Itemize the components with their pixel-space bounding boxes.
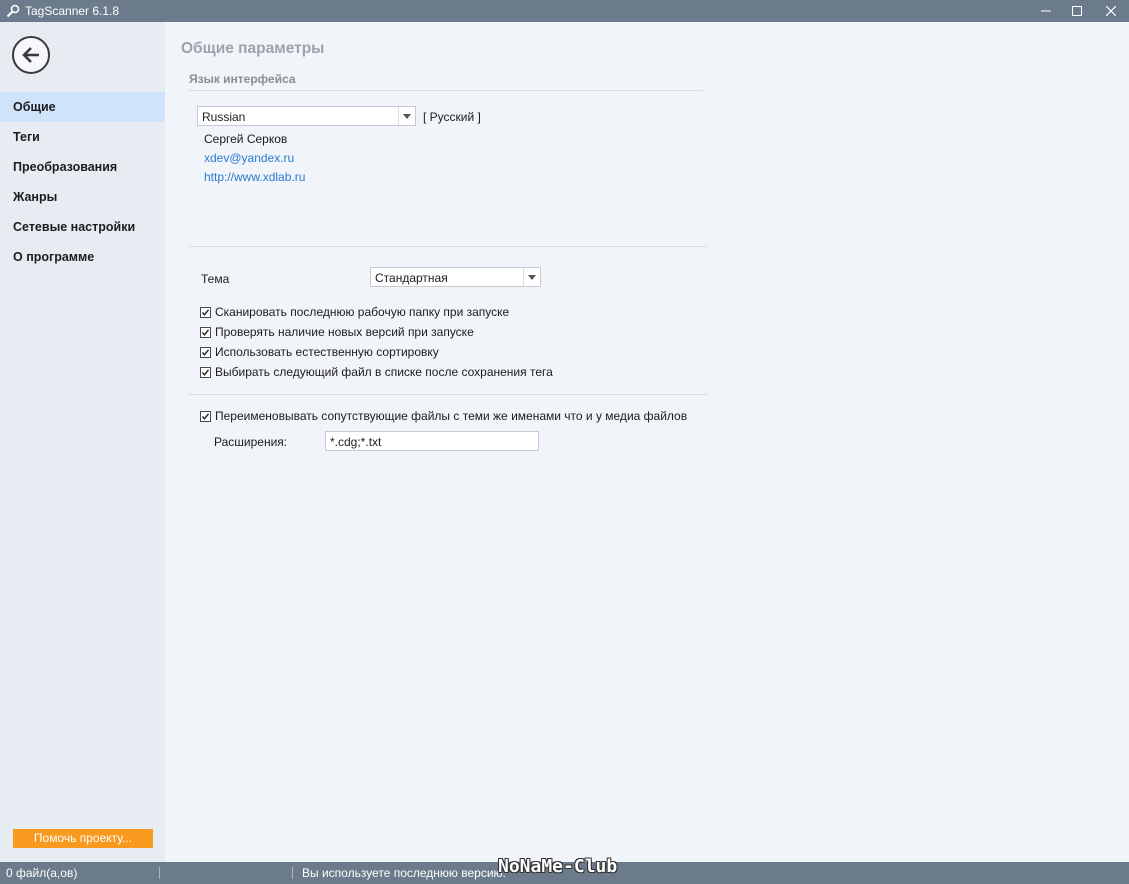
language-value: Russian	[202, 110, 246, 124]
natural-sort-checkbox[interactable]: Использовать естественную сортировку	[200, 344, 439, 360]
window-title: TagScanner 6.1.8	[25, 4, 120, 18]
language-section-title: Язык интерфейса	[189, 72, 296, 86]
author-email-link[interactable]: xdev@yandex.ru	[204, 151, 294, 165]
sidebar-item-about[interactable]: О программе	[0, 242, 165, 272]
checkmark-icon	[200, 326, 211, 338]
title-bar: TagScanner 6.1.8	[0, 0, 1129, 22]
sidebar-nav: Общие Теги Преобразования Жанры Сетевые …	[0, 92, 165, 272]
sidebar-item-genres[interactable]: Жанры	[0, 182, 165, 212]
file-count: 0 файл(а,ов)	[6, 866, 78, 880]
language-select[interactable]: Russian	[197, 106, 416, 126]
checkbox-label: Сканировать последнюю рабочую папку при …	[215, 305, 510, 319]
app-window: TagScanner 6.1.8 Общие Теги Преобразован…	[0, 0, 1129, 884]
arrow-left-icon	[22, 47, 39, 63]
theme-select[interactable]: Стандартная	[370, 267, 541, 287]
sidebar: Общие Теги Преобразования Жанры Сетевые …	[0, 22, 165, 862]
status-divider	[159, 867, 160, 879]
divider	[189, 90, 703, 91]
extensions-label: Расширения:	[214, 435, 288, 449]
watermark-logo: NoNaMe-Club	[498, 856, 618, 877]
theme-value: Стандартная	[375, 271, 448, 285]
author-website-link[interactable]: http://www.xdlab.ru	[204, 170, 305, 184]
maximize-button[interactable]	[1061, 0, 1093, 22]
page-title: Общие параметры	[181, 40, 325, 57]
magnifier-icon	[6, 4, 20, 18]
divider	[189, 394, 707, 395]
sidebar-item-transformations[interactable]: Преобразования	[0, 152, 165, 182]
checkbox-label: Выбирать следующий файл в списке после с…	[215, 365, 553, 379]
checkbox-label: Проверять наличие новых версий при запус…	[215, 325, 474, 339]
chevron-down-icon	[398, 107, 415, 125]
checkbox-label: Переименовывать сопутствующие файлы с те…	[215, 409, 688, 423]
language-native-name: [ Русский ]	[423, 110, 481, 124]
sidebar-item-network[interactable]: Сетевые настройки	[0, 212, 165, 242]
minimize-button[interactable]	[1030, 0, 1062, 22]
checkmark-icon	[200, 306, 211, 318]
version-status: Вы используете последнюю версию.	[302, 866, 506, 880]
rename-companion-files-checkbox[interactable]: Переименовывать сопутствующие файлы с те…	[200, 408, 687, 424]
theme-label: Тема	[201, 272, 230, 286]
status-divider	[292, 867, 293, 879]
chevron-down-icon	[523, 268, 540, 286]
checkbox-label: Использовать естественную сортировку	[215, 345, 439, 359]
checkmark-icon	[200, 366, 211, 378]
extensions-input[interactable]: *.cdg;*.txt	[325, 431, 539, 451]
close-button[interactable]	[1095, 0, 1127, 22]
checkmark-icon	[200, 346, 211, 358]
sidebar-item-tags[interactable]: Теги	[0, 122, 165, 152]
settings-panel: Общие параметры Язык интерфейса Russian …	[165, 22, 1129, 862]
sidebar-item-general[interactable]: Общие	[0, 92, 165, 122]
help-project-button[interactable]: Помочь проекту...	[13, 829, 153, 848]
back-button[interactable]	[12, 36, 50, 74]
scan-last-folder-checkbox[interactable]: Сканировать последнюю рабочую папку при …	[200, 304, 509, 320]
select-next-file-checkbox[interactable]: Выбирать следующий файл в списке после с…	[200, 364, 553, 380]
checkmark-icon	[200, 410, 211, 422]
check-updates-checkbox[interactable]: Проверять наличие новых версий при запус…	[200, 324, 474, 340]
divider	[189, 246, 707, 247]
author-name: Сергей Серков	[204, 132, 288, 146]
